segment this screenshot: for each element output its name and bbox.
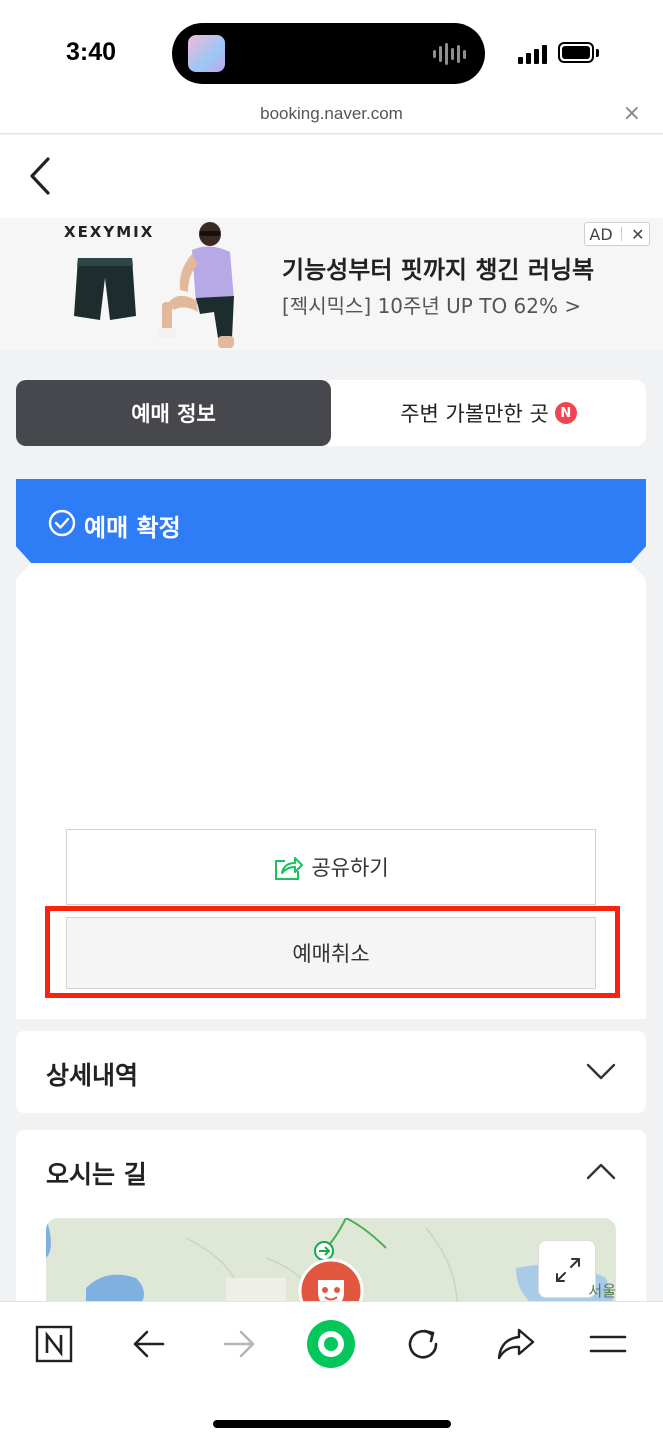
close-icon[interactable]: × [623,101,641,126]
battery-cap [596,49,599,57]
share-button-label: 공유하기 [311,856,389,880]
tab-nearby-places-label: 주변 가볼만한 곳 [400,402,549,426]
map-expand-button[interactable] [538,1240,596,1298]
cellular-signal-icon [518,42,550,64]
booking-tabs: 예매 정보 주변 가볼만한 곳 N [16,380,646,446]
tab-booking-info[interactable]: 예매 정보 [16,380,331,446]
back-nav-button[interactable] [124,1320,172,1368]
shorts-product-image [74,258,136,320]
section-details[interactable]: 상세내역 [16,1031,646,1113]
booking-status-label: 예매 확정 [84,514,181,542]
now-playing-artwork [188,35,225,72]
refresh-button[interactable] [399,1320,447,1368]
section-details-title: 상세내역 [46,1061,139,1090]
booking-status-header: 예매 확정 [16,479,646,563]
share-icon [275,857,304,880]
url-bar: booking.naver.com × [0,100,663,134]
page-header [0,135,663,218]
browser-toolbar [0,1301,663,1440]
naver-n-icon [35,1325,73,1363]
ad-title: 기능성부터 핏까지 챙긴 러닝복 [282,256,595,284]
chevron-left-icon [30,157,50,195]
ad-tag-divider [621,227,623,241]
green-dot-button[interactable] [307,1320,355,1368]
new-badge: N [554,402,577,424]
check-circle-icon [48,509,76,537]
arrow-right-icon [223,1330,255,1358]
model-image [158,222,234,348]
battery-icon [558,42,594,63]
ad-banner[interactable]: XEXYMIX 기능성부터 핏까지 챙긴 러닝복 [젝시믹스] 10주년 UP … [0,218,663,350]
ad-label-badge[interactable]: AD ✕ [584,222,650,246]
naver-home-button[interactable] [30,1320,78,1368]
dynamic-island[interactable] [172,23,485,84]
cancel-highlight-box [45,906,620,998]
tab-booking-info-label: 예매 정보 [131,402,216,426]
home-indicator[interactable] [213,1420,451,1428]
tab-nearby-places[interactable]: 주변 가볼만한 곳 N [331,380,646,446]
hamburger-menu-icon [589,1335,627,1353]
audio-wave-icon [433,41,467,67]
refresh-icon [408,1329,438,1359]
url-text[interactable]: booking.naver.com [0,104,663,124]
status-bar: 3:40 [0,0,663,100]
green-dot-icon [307,1320,355,1368]
status-time: 3:40 [66,38,117,66]
share-page-button[interactable] [492,1320,540,1368]
ad-subtitle: [젝시믹스] 10주년 UP TO 62% > [282,294,582,318]
arrow-left-icon [133,1330,165,1358]
share-arrow-icon [497,1328,535,1360]
forward-nav-button[interactable] [216,1320,264,1368]
chevron-up-icon[interactable] [586,1160,616,1182]
share-button[interactable]: 공유하기 [66,829,596,905]
ad-close-icon[interactable]: ✕ [631,225,644,244]
section-directions-title: 오시는 길 [46,1160,147,1189]
chevron-down-icon[interactable] [586,1061,616,1083]
menu-button[interactable] [584,1320,632,1368]
back-button[interactable] [22,153,62,199]
ad-label: AD [589,224,613,244]
ad-brand-logo: XEXYMIX [64,223,155,241]
map-place-label: 서울 [588,1282,616,1300]
